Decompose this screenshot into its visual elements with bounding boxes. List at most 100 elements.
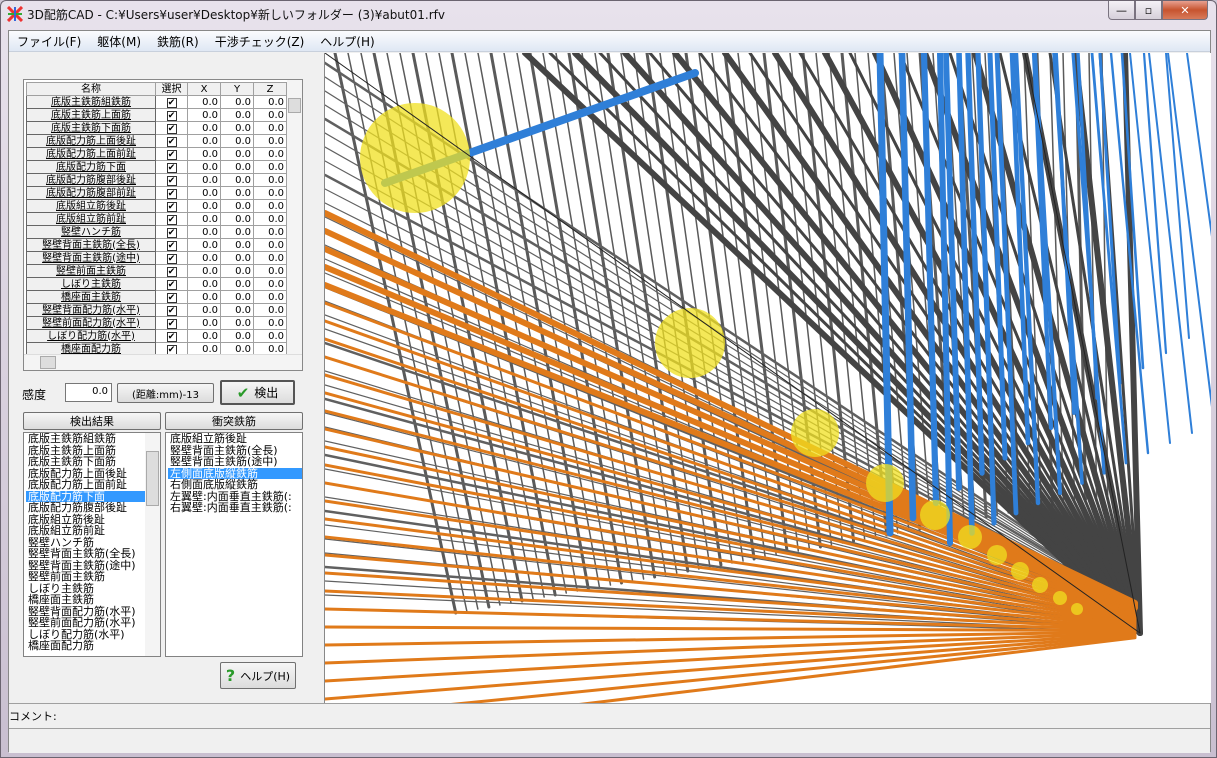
results-header[interactable]: 検出結果 (23, 412, 161, 430)
y-value[interactable]: 0.0 (220, 186, 254, 200)
y-value[interactable]: 0.0 (220, 329, 254, 343)
row-name-button[interactable]: 竪壁背面主鉄筋(途中) (26, 251, 156, 265)
collisions-header[interactable]: 衝突鉄筋 (165, 412, 303, 430)
z-value[interactable]: 0.0 (253, 290, 287, 304)
collision-marker[interactable] (987, 545, 1007, 565)
maximize-button[interactable]: ▫ (1135, 1, 1162, 20)
select-checkbox[interactable]: ✔ (166, 305, 177, 316)
row-name-button[interactable]: 竪壁前面配力筋(水平) (26, 316, 156, 330)
col-select[interactable]: 選択 (155, 82, 188, 96)
y-value[interactable]: 0.0 (220, 225, 254, 239)
select-checkbox[interactable]: ✔ (166, 318, 177, 329)
3d-viewport[interactable] (324, 53, 1211, 703)
collision-marker[interactable] (920, 500, 950, 530)
select-checkbox[interactable]: ✔ (166, 344, 177, 355)
z-value[interactable]: 0.0 (253, 251, 287, 265)
row-name-button[interactable]: 底版配力筋上面前趾 (26, 147, 156, 161)
row-name-button[interactable]: 底版配力筋下面 (26, 160, 156, 174)
menu-rebar[interactable]: 鉄筋(R) (149, 33, 207, 50)
x-value[interactable]: 0.0 (187, 251, 221, 265)
y-value[interactable]: 0.0 (220, 238, 254, 252)
select-checkbox[interactable]: ✔ (166, 227, 177, 238)
select-checkbox[interactable]: ✔ (166, 201, 177, 212)
select-checkbox[interactable]: ✔ (166, 292, 177, 303)
y-value[interactable]: 0.0 (220, 160, 254, 174)
x-value[interactable]: 0.0 (187, 316, 221, 330)
select-checkbox[interactable]: ✔ (166, 175, 177, 186)
row-name-button[interactable]: 底版配力筋腹部前趾 (26, 186, 156, 200)
z-value[interactable]: 0.0 (253, 329, 287, 343)
select-checkbox[interactable]: ✔ (166, 136, 177, 147)
row-name-button[interactable]: 底版主鉄筋上面筋 (26, 108, 156, 122)
collision-marker[interactable] (655, 308, 725, 378)
menu-file[interactable]: ファイル(F) (9, 33, 89, 50)
col-z[interactable]: Z (253, 82, 287, 96)
y-value[interactable]: 0.0 (220, 121, 254, 135)
close-button[interactable]: ✕ (1162, 1, 1208, 20)
y-value[interactable]: 0.0 (220, 95, 254, 109)
collision-marker[interactable] (1011, 562, 1029, 580)
row-name-button[interactable]: 竪壁背面主鉄筋(全長) (26, 238, 156, 252)
list-item[interactable]: 竪壁前面主鉄筋 (26, 571, 147, 583)
detect-button[interactable]: ✔ 検出 (220, 380, 295, 405)
table-vscrollbar[interactable] (287, 80, 302, 355)
collision-marker[interactable] (958, 525, 982, 549)
z-value[interactable]: 0.0 (253, 186, 287, 200)
x-value[interactable]: 0.0 (187, 290, 221, 304)
row-name-button[interactable]: 底版配力筋腹部後趾 (26, 173, 156, 187)
list-item[interactable]: 竪壁前面配力筋(水平) (26, 617, 147, 629)
select-checkbox[interactable]: ✔ (166, 279, 177, 290)
list-item[interactable]: 底版配力筋腹部後趾 (26, 502, 147, 514)
row-name-button[interactable]: 底版主鉄筋下面筋 (26, 121, 156, 135)
results-list[interactable]: 底版主鉄筋組鉄筋 底版主鉄筋上面筋 底版主鉄筋下面筋 底版配力筋上面後趾 底版配力筋上面… (23, 432, 161, 657)
minimize-button[interactable]: — (1108, 1, 1135, 20)
list-item[interactable]: 底版組立筋後趾 (168, 433, 302, 445)
z-value[interactable]: 0.0 (253, 95, 287, 109)
x-value[interactable]: 0.0 (187, 303, 221, 317)
collisions-list[interactable]: 底版組立筋後趾 竪壁背面主鉄筋(全長) 竪壁背面主鉄筋(途中) 左側面底版縦鉄筋 右側面… (165, 432, 303, 657)
list-item[interactable]: 橋座面主鉄筋 (26, 594, 147, 606)
row-name-button[interactable]: 底版組立筋前趾 (26, 212, 156, 226)
x-value[interactable]: 0.0 (187, 121, 221, 135)
row-name-button[interactable]: 底版配力筋上面後趾 (26, 134, 156, 148)
x-value[interactable]: 0.0 (187, 199, 221, 213)
table-hscrollbar[interactable] (24, 354, 302, 370)
row-name-button[interactable]: 底版組立筋後趾 (26, 199, 156, 213)
y-value[interactable]: 0.0 (220, 277, 254, 291)
z-value[interactable]: 0.0 (253, 147, 287, 161)
z-value[interactable]: 0.0 (253, 316, 287, 330)
collision-marker[interactable] (1032, 577, 1048, 593)
row-name-button[interactable]: 竪壁前面主鉄筋 (26, 264, 156, 278)
y-value[interactable]: 0.0 (220, 316, 254, 330)
collision-marker[interactable] (1053, 591, 1067, 605)
col-y[interactable]: Y (220, 82, 254, 96)
y-value[interactable]: 0.0 (220, 134, 254, 148)
z-value[interactable]: 0.0 (253, 225, 287, 239)
select-checkbox[interactable]: ✔ (166, 253, 177, 264)
z-value[interactable]: 0.0 (253, 264, 287, 278)
x-value[interactable]: 0.0 (187, 225, 221, 239)
select-checkbox[interactable]: ✔ (166, 97, 177, 108)
x-value[interactable]: 0.0 (187, 108, 221, 122)
select-checkbox[interactable]: ✔ (166, 214, 177, 225)
list-item[interactable]: 底版配力筋上面前趾 (26, 479, 147, 491)
y-value[interactable]: 0.0 (220, 251, 254, 265)
list-item[interactable]: 竪壁背面主鉄筋(全長) (26, 548, 147, 560)
row-name-button[interactable]: しぼり主鉄筋 (26, 277, 156, 291)
x-value[interactable]: 0.0 (187, 277, 221, 291)
row-name-button[interactable]: 底版主鉄筋組鉄筋 (26, 95, 156, 109)
collision-marker[interactable] (791, 409, 839, 457)
z-value[interactable]: 0.0 (253, 160, 287, 174)
menu-body[interactable]: 躯体(M) (89, 33, 149, 50)
z-value[interactable]: 0.0 (253, 303, 287, 317)
select-checkbox[interactable]: ✔ (166, 123, 177, 134)
z-value[interactable]: 0.0 (253, 134, 287, 148)
col-x[interactable]: X (187, 82, 221, 96)
z-value[interactable]: 0.0 (253, 238, 287, 252)
z-value[interactable]: 0.0 (253, 212, 287, 226)
y-value[interactable]: 0.0 (220, 199, 254, 213)
list-item[interactable]: 底版主鉄筋下面筋 (26, 456, 147, 468)
list-item[interactable]: 底版主鉄筋組鉄筋 (26, 433, 147, 445)
list-item[interactable]: 右側面底版縦鉄筋 (168, 479, 302, 491)
sensitivity-input[interactable]: 0.0 (65, 383, 112, 402)
